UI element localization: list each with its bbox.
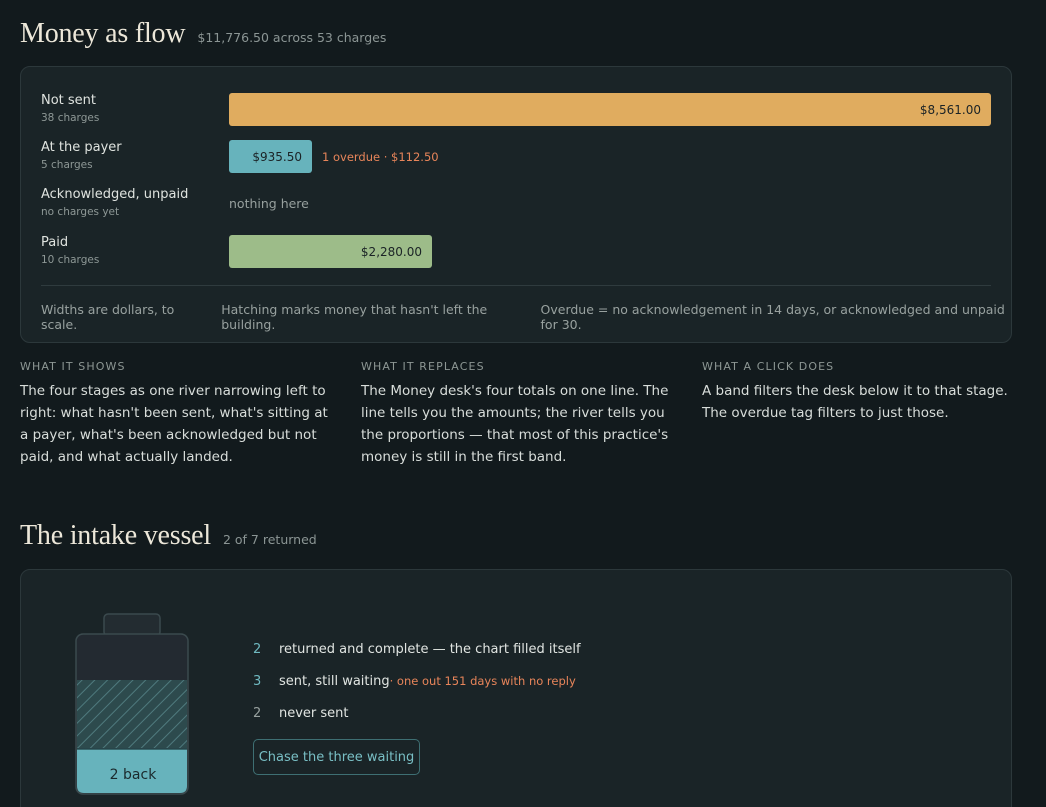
- empty-band-text: nothing here: [229, 196, 309, 211]
- flow-title: Money as flow: [20, 18, 186, 49]
- band-bar[interactable]: $8,561.00: [229, 93, 991, 126]
- band-count: 5 charges: [41, 159, 93, 171]
- flow-notes: Widths are dollars, to scale. Hatching m…: [41, 302, 1011, 332]
- explainer-text: The Money desk's four totals on one line…: [361, 383, 669, 465]
- flow-subtitle: $11,776.50 across 53 charges: [197, 30, 387, 45]
- waiting-count: 3: [253, 674, 262, 689]
- explainer-replaces: What it replaces The Money desk's four t…: [361, 360, 671, 468]
- flow-band-paid[interactable]: Paid 10 charges $2,280.00: [41, 235, 993, 271]
- band-amount: $935.50: [252, 149, 302, 164]
- vessel-label: 2 back: [109, 767, 157, 783]
- never-sent-label: never sent: [279, 706, 349, 721]
- flow-header: Money as flow $11,776.50 across 53 charg…: [20, 18, 386, 50]
- intake-never-sent-row: 2 never sent: [253, 706, 349, 721]
- band-amount: $2,280.00: [360, 244, 422, 259]
- band-label: Acknowledged, unpaid: [41, 187, 189, 202]
- band-label: Not sent: [41, 93, 97, 108]
- vessel-waiting-fill: [77, 680, 187, 748]
- intake-waiting-row: 3 sent, still waiting · one out 151 days…: [253, 674, 576, 689]
- returned-label: returned and complete — the chart filled…: [279, 642, 581, 657]
- band-bar[interactable]: $2,280.00: [229, 235, 432, 268]
- band-label: At the payer: [41, 140, 122, 155]
- intake-vessel[interactable]: 2 back: [73, 612, 193, 796]
- band-bar[interactable]: $935.50: [229, 140, 312, 173]
- explainer-title: What it shows: [20, 360, 126, 373]
- explainer-title: What a click does: [702, 360, 835, 373]
- band-count: 38 charges: [41, 112, 100, 124]
- divider: [41, 285, 991, 286]
- explainer-what-a-click-does: What a click does A band filters the des…: [702, 360, 1012, 424]
- intake-title: The intake vessel: [20, 520, 211, 551]
- band-count: 10 charges: [41, 254, 100, 266]
- explainer-text: A band filters the desk below it to that…: [702, 383, 1008, 421]
- note-scale: Widths are dollars, to scale.: [41, 302, 175, 332]
- band-label: Paid: [41, 235, 69, 250]
- note-hatching: Hatching marks money that hasn't left th…: [221, 302, 488, 332]
- flow-band-not-sent[interactable]: Not sent 38 charges $8,561.00: [41, 93, 993, 129]
- chase-waiting-button[interactable]: Chase the three waiting: [253, 739, 420, 775]
- waiting-label: sent, still waiting: [279, 674, 390, 689]
- never-sent-count: 2: [253, 706, 262, 721]
- intake-returned-row: 2 returned and complete — the chart fill…: [253, 642, 581, 657]
- intake-card: 2 back 2 returned and complete — the cha…: [20, 569, 1012, 807]
- band-amount: $8,561.00: [919, 102, 981, 117]
- band-count: no charges yet: [41, 206, 120, 218]
- intake-subtitle: 2 of 7 returned: [222, 532, 317, 547]
- flow-band-at-payer[interactable]: At the payer 5 charges $935.50 1 overdue…: [41, 140, 993, 176]
- note-overdue: Overdue = no acknowledgement in 14 days,…: [540, 302, 1005, 332]
- flow-card: Not sent 38 charges $8,561.00 At the pay…: [20, 66, 1012, 343]
- vessel-cap: [103, 613, 161, 637]
- explainer-text: The four stages as one river narrowing l…: [20, 383, 328, 465]
- flow-band-acknowledged[interactable]: Acknowledged, unpaid no charges yet noth…: [41, 187, 993, 223]
- intake-header: The intake vessel 2 of 7 returned: [20, 520, 317, 552]
- overdue-tag[interactable]: 1 overdue · $112.50: [322, 140, 439, 173]
- waiting-note: · one out 151 days with no reply: [389, 674, 576, 688]
- returned-count: 2: [253, 642, 262, 657]
- explainer-what-it-shows: What it shows The four stages as one riv…: [20, 360, 330, 468]
- explainer-title: What it replaces: [361, 360, 485, 373]
